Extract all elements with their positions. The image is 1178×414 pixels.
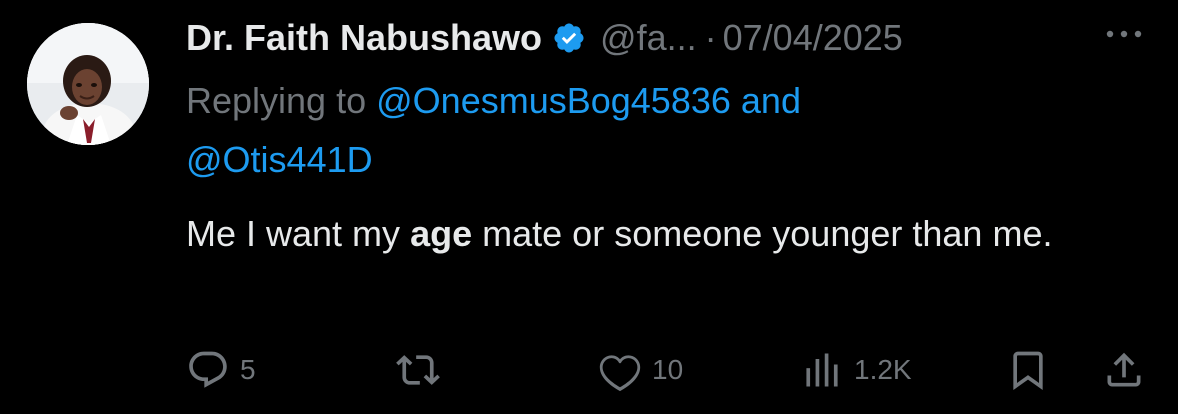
retweet-button[interactable] xyxy=(396,346,440,394)
more-dots-icon[interactable] xyxy=(1100,18,1148,50)
bookmark-button[interactable] xyxy=(1006,346,1050,394)
avatar[interactable] xyxy=(27,23,149,145)
replying-to-line: Replying to @OnesmusBog45836 and @Otis44… xyxy=(186,71,1086,189)
replying-to-label: Replying to xyxy=(186,80,367,121)
reply-mention-link[interactable]: @Otis441D xyxy=(186,139,373,180)
separator-dot: · xyxy=(704,17,717,58)
tweet-header: Dr. Faith Nabushawo @fa... · 07/04/2025 xyxy=(186,14,903,62)
views-count: 1.2K xyxy=(854,354,912,385)
like-count: 10 xyxy=(652,354,684,385)
views-button[interactable]: 1.2K xyxy=(800,346,912,394)
tweet-date[interactable]: 07/04/2025 xyxy=(723,17,903,59)
action-bar: 5 10 1.2K xyxy=(0,340,1178,400)
reply-count: 5 xyxy=(240,354,256,385)
tweet-text-bold: age xyxy=(410,213,473,254)
tweet-text: Me I want my age mate or someone younger… xyxy=(186,206,1126,261)
reply-joiner[interactable]: and xyxy=(741,80,801,121)
avatar-photo xyxy=(27,23,149,145)
tweet-text-part: mate or someone younger than me. xyxy=(482,213,1053,254)
retweet-icon xyxy=(396,348,440,392)
heart-icon xyxy=(598,348,642,392)
user-handle[interactable]: @fa... xyxy=(600,17,697,59)
reply-button[interactable]: 5 xyxy=(186,346,256,394)
display-name[interactable]: Dr. Faith Nabushawo xyxy=(186,17,542,59)
comment-bubble-icon xyxy=(186,348,230,392)
share-button[interactable] xyxy=(1102,346,1146,394)
bookmark-icon xyxy=(1006,348,1050,392)
reply-mention-link[interactable]: @OnesmusBog45836 xyxy=(376,80,731,121)
share-upload-icon xyxy=(1102,348,1146,392)
tweet-text-part: Me I want my xyxy=(186,213,401,254)
verified-badge-icon xyxy=(552,21,586,55)
analytics-bars-icon xyxy=(800,348,844,392)
like-button[interactable]: 10 xyxy=(598,346,683,394)
